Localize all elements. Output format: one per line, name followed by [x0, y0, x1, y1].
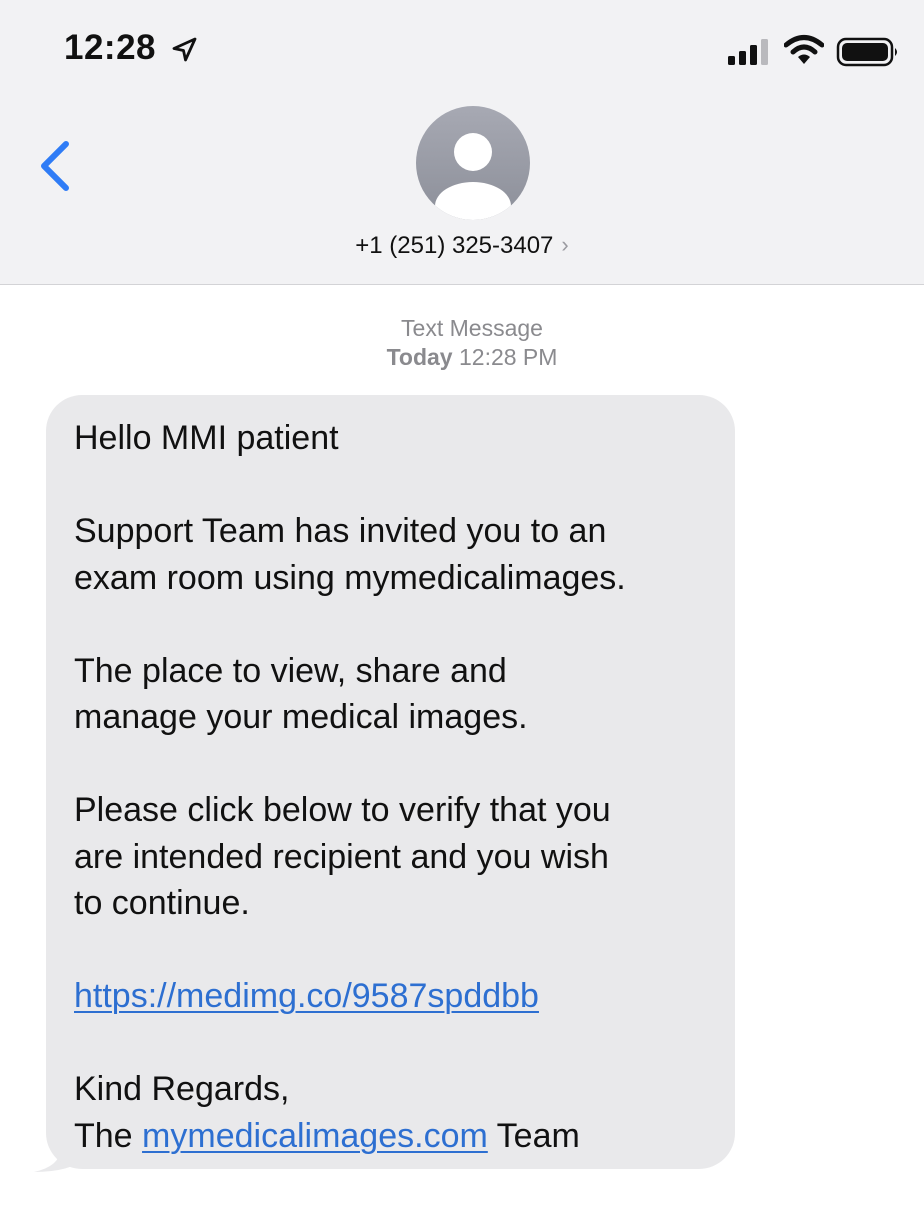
chevron-right-icon: ›: [561, 232, 569, 257]
signoff-suffix: Team: [496, 1116, 580, 1155]
wifi-icon: [784, 35, 824, 64]
message-text-line: exam room using mymedicalimages.: [74, 558, 626, 597]
location-arrow-icon: [172, 37, 197, 62]
message-closing: Kind Regards,: [74, 1070, 290, 1108]
message-time: 12:28 PM: [458, 344, 558, 370]
message-text-line: The place to view, share and: [74, 651, 507, 690]
message-text-line: are intended recipient and you wish: [74, 837, 609, 876]
back-chevron-icon[interactable]: [30, 134, 80, 198]
contact-phone-number: +1 (251) 325-3407: [355, 232, 554, 259]
verification-link[interactable]: https://medimg.co/9587spddbb: [74, 977, 539, 1015]
received-message-bubble[interactable]: Hello MMI patient Support Team has invit…: [46, 395, 735, 1169]
conversation-header: 12:28 +1 (251) 325-3407 ›: [0, 0, 924, 285]
message-date: Today 12:28 PM: [0, 343, 924, 372]
messages-screen: 12:28 +1 (251) 325-3407 › Text Message T…: [0, 0, 924, 1213]
contact-avatar[interactable]: [416, 106, 530, 220]
message-greeting: Hello MMI patient: [74, 419, 339, 457]
contact-name-button[interactable]: +1 (251) 325-3407 ›: [0, 232, 924, 260]
message-text-line: Support Team has invited you to an: [74, 512, 607, 550]
message-text-line: to continue.: [74, 884, 250, 922]
battery-icon: [836, 37, 897, 67]
message-timestamp: Text Message Today 12:28 PM: [0, 314, 924, 372]
message-text-line: Please click below to verify that you: [74, 791, 611, 829]
message-day: Today: [386, 344, 453, 370]
person-silhouette-icon: [435, 133, 511, 220]
message-signoff: The mymedicalimages.com Team: [74, 1113, 707, 1160]
cellular-signal-icon: [728, 39, 768, 65]
website-link[interactable]: mymedicalimages.com: [142, 1117, 488, 1155]
message-type-label: Text Message: [401, 315, 543, 341]
message-text-line: manage your medical images.: [74, 698, 528, 736]
status-time: 12:28: [64, 28, 157, 67]
signoff-prefix: The: [74, 1116, 133, 1155]
